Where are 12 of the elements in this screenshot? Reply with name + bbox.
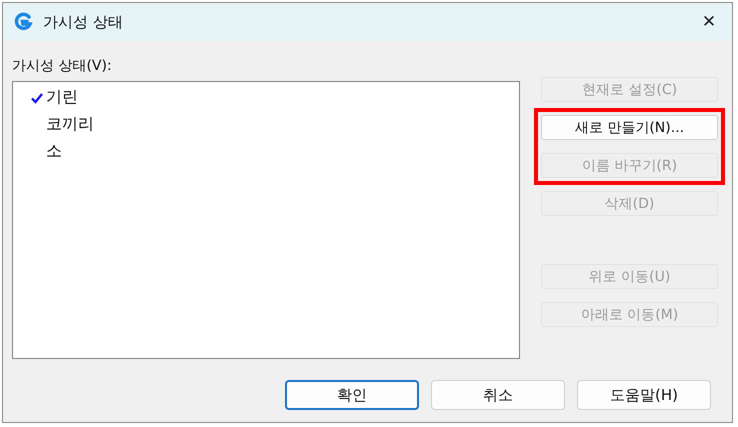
list-item[interactable]: 기린: [46, 87, 78, 108]
list-item[interactable]: 소: [46, 141, 62, 162]
list-item[interactable]: 코끼리: [46, 114, 94, 135]
side-button[interactable]: 새로 만들기(N)...: [541, 115, 718, 140]
list-label: 가시성 상태(V):: [12, 57, 113, 75]
dialog-button[interactable]: 도움말(H): [577, 380, 711, 410]
window-title: 가시성 상태: [43, 12, 123, 32]
dialog-button[interactable]: 확인: [285, 380, 419, 410]
dialog-button[interactable]: 취소: [431, 380, 565, 410]
visibility-state-list[interactable]: 기린 코끼리 소: [12, 81, 520, 359]
app-logo-icon: [13, 12, 33, 32]
close-button[interactable]: ✕: [686, 3, 732, 41]
